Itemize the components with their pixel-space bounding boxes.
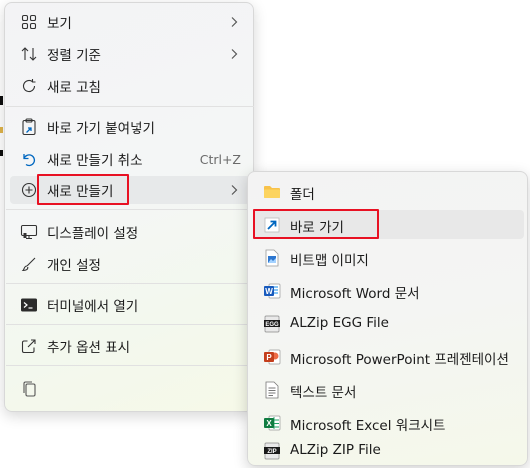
- menu-item-label: 정렬 기준: [47, 48, 101, 64]
- terminal-icon: [19, 295, 39, 315]
- add-circle-icon: [19, 180, 39, 200]
- copy-icon: [19, 379, 39, 399]
- submenu-item-label: 텍스트 문서: [290, 385, 357, 401]
- text-document-icon: [262, 380, 282, 400]
- egg-file-icon: EGG: [262, 314, 282, 334]
- menu-item-show-more-options[interactable]: 추가 옵션 표시: [10, 332, 250, 360]
- submenu-item-alzip-egg[interactable]: EGG ALZip EGG File: [253, 309, 524, 338]
- desktop-context-menu: 보기 정렬 기준 새로 고침 바로 가기 붙여넣기 새로 만들기 취소 Ctrl…: [4, 2, 254, 412]
- word-icon: W: [262, 281, 282, 301]
- submenu-item-bitmap[interactable]: 비트맵 이미지: [253, 243, 524, 272]
- menu-item-display-settings[interactable]: 디스플레이 설정: [10, 218, 250, 246]
- refresh-icon: [19, 76, 39, 96]
- menu-item-label: 바로 가기 붙여넣기: [47, 121, 155, 137]
- svg-text:P: P: [266, 353, 272, 362]
- submenu-item-label: ALZip ZIP File: [290, 442, 381, 458]
- powerpoint-icon: P: [262, 347, 282, 367]
- submenu-item-text-document[interactable]: 텍스트 문서: [253, 375, 524, 404]
- folder-icon: [262, 182, 282, 202]
- egg-badge-text: EGG: [265, 322, 279, 328]
- menu-separator: [6, 209, 254, 210]
- menu-item-label: 새로 고침: [47, 80, 101, 96]
- submenu-item-powerpoint[interactable]: P Microsoft PowerPoint 프레젠테이션: [253, 342, 524, 371]
- excel-icon: X: [262, 413, 282, 433]
- paste-shortcut-icon: [19, 117, 39, 137]
- submenu-item-label: 폴더: [290, 187, 315, 203]
- menu-item-view[interactable]: 보기: [10, 8, 250, 36]
- menu-item-paste-shortcut[interactable]: 바로 가기 붙여넣기: [10, 113, 250, 141]
- menu-item-label: 추가 옵션 표시: [47, 340, 131, 356]
- menu-separator: [6, 283, 254, 284]
- highlight-box-shortcut: [253, 209, 379, 239]
- zip-file-icon: ZIP: [262, 441, 282, 461]
- grid-view-icon: [19, 12, 39, 32]
- display-icon: [19, 222, 39, 242]
- menu-item-sort-by[interactable]: 정렬 기준: [10, 40, 250, 68]
- bitmap-icon: [262, 248, 282, 268]
- undo-icon: [19, 149, 39, 169]
- menu-item-label: 보기: [47, 16, 72, 32]
- desktop-fragment: [0, 127, 3, 133]
- submenu-item-label: ALZip EGG File: [290, 315, 389, 331]
- zip-badge-text: ZIP: [267, 449, 276, 455]
- menu-item-label: 디스플레이 설정: [47, 226, 139, 242]
- menu-item-refresh[interactable]: 새로 고침: [10, 72, 250, 100]
- menu-item-personalize[interactable]: 개인 설정: [10, 250, 250, 278]
- copy-button[interactable]: [10, 375, 42, 403]
- shortcut-hint: Ctrl+Z: [199, 151, 241, 167]
- submenu-item-label: Microsoft Word 문서: [290, 286, 420, 302]
- menu-separator: [6, 365, 254, 366]
- desktop-fragment: [0, 150, 3, 156]
- submenu-item-label: 비트맵 이미지: [290, 253, 369, 269]
- desktop-fragment: [0, 96, 3, 105]
- menu-separator: [6, 106, 254, 107]
- chevron-right-icon: [227, 46, 241, 62]
- menu-item-label: 새로 만들기 취소: [47, 153, 143, 169]
- chevron-right-icon: [227, 182, 241, 198]
- sort-icon: [19, 44, 39, 64]
- svg-text:W: W: [265, 287, 273, 296]
- submenu-item-alzip-zip[interactable]: ZIP ALZip ZIP File: [253, 436, 524, 465]
- submenu-item-word[interactable]: W Microsoft Word 문서: [253, 276, 524, 305]
- menu-item-label: 개인 설정: [47, 258, 101, 274]
- menu-item-open-in-terminal[interactable]: 터미널에서 열기: [10, 291, 250, 319]
- submenu-item-folder[interactable]: 폴더: [253, 177, 524, 206]
- desktop[interactable]: 보기 정렬 기준 새로 고침 바로 가기 붙여넣기 새로 만들기 취소 Ctrl…: [0, 0, 530, 468]
- submenu-item-excel[interactable]: X Microsoft Excel 워크시트: [253, 408, 524, 437]
- menu-item-label: 터미널에서 열기: [47, 299, 139, 315]
- brush-icon: [19, 254, 39, 274]
- menu-separator: [6, 324, 254, 325]
- share-icon: [19, 336, 39, 356]
- submenu-item-label: Microsoft PowerPoint 프레젠테이션: [290, 352, 509, 368]
- menu-item-undo-new[interactable]: 새로 만들기 취소 Ctrl+Z: [10, 145, 250, 173]
- svg-text:X: X: [266, 419, 272, 428]
- highlight-box-new: [37, 174, 129, 205]
- submenu-item-label: Microsoft Excel 워크시트: [290, 418, 446, 434]
- chevron-right-icon: [227, 14, 241, 30]
